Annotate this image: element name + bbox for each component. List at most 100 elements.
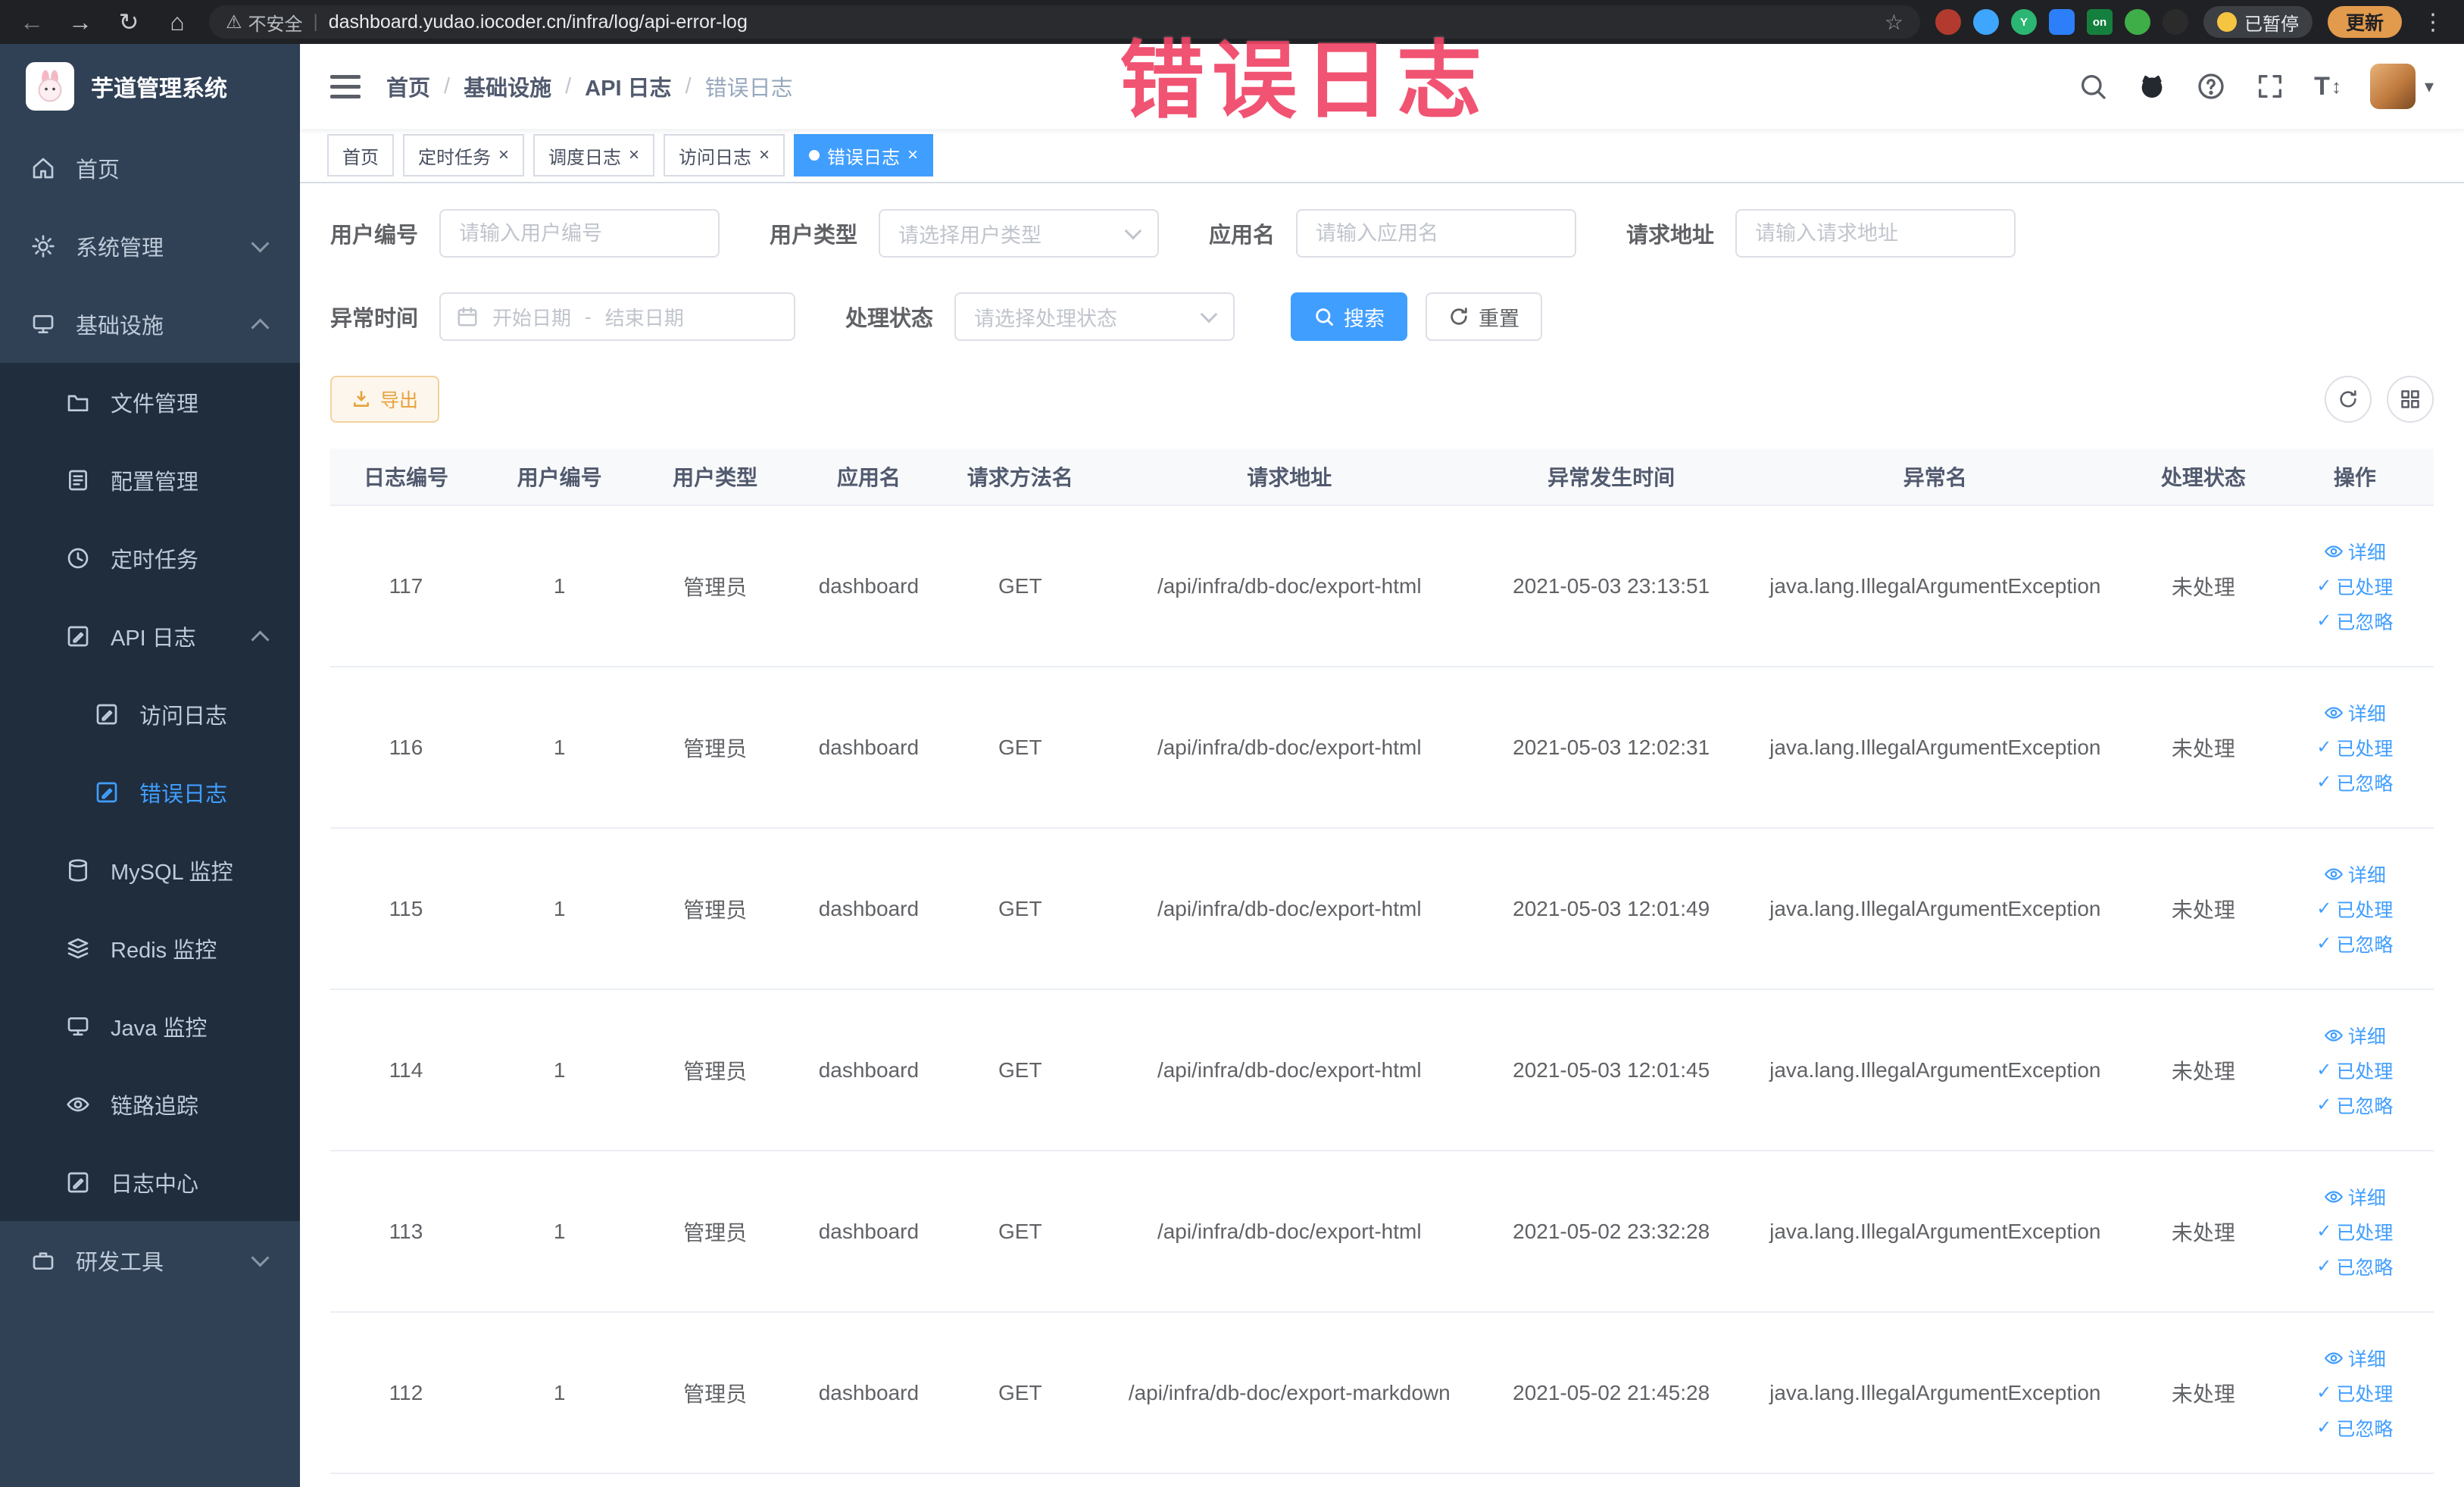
extension-icon-grid[interactable]	[2048, 9, 2075, 35]
detail-link[interactable]: 详细	[2324, 861, 2386, 888]
bookmark-star-icon[interactable]: ☆	[1885, 10, 1903, 35]
sidebar-item-error-log[interactable]: 错误日志	[0, 753, 300, 831]
cell-actions: 详细 ✓ 已处理 ✓ 已忽略	[2275, 1312, 2434, 1474]
sidebar-item-home[interactable]: 首页	[0, 129, 300, 207]
sidebar-item-redis-monitor[interactable]: Redis 监控	[0, 909, 300, 987]
detail-link[interactable]: 详细	[2324, 1183, 2386, 1211]
check-icon: ✓	[2316, 1221, 2332, 1242]
chevron-up-icon	[251, 630, 270, 649]
cell-log-id: 112	[330, 1312, 482, 1474]
sidebar-item-scheduled-jobs[interactable]: 定时任务	[0, 519, 300, 597]
tab-access-log[interactable]: 访问日志 ×	[664, 134, 785, 177]
breadcrumb-infrastructure[interactable]: 基础设施	[464, 70, 551, 102]
sidebar-item-mysql-monitor[interactable]: MySQL 监控	[0, 831, 300, 909]
mark-ignored-link[interactable]: ✓ 已忽略	[2316, 930, 2393, 957]
extension-icon-red[interactable]	[1935, 9, 1961, 35]
request-url-input[interactable]	[1735, 209, 2016, 258]
breadcrumb-api-log[interactable]: API 日志	[585, 70, 671, 102]
column-settings-button[interactable]	[2387, 376, 2434, 423]
check-icon: ✓	[2316, 1256, 2332, 1276]
mark-processed-link[interactable]: ✓ 已处理	[2316, 1057, 2393, 1084]
sidebar-item-system-mgmt[interactable]: 系统管理	[0, 207, 300, 285]
tab-schedule-log[interactable]: 调度日志 ×	[533, 134, 655, 177]
mark-ignored-link[interactable]: ✓ 已忽略	[2316, 1092, 2393, 1119]
tab-scheduled-jobs[interactable]: 定时任务 ×	[403, 134, 525, 177]
export-button[interactable]: 导出	[330, 376, 440, 423]
sidebar-item-label: Redis 监控	[111, 938, 217, 963]
mark-processed-link[interactable]: ✓ 已处理	[2316, 895, 2393, 923]
date-range-picker[interactable]: 开始日期 - 结束日期	[439, 292, 796, 341]
browser-update-button[interactable]: 更新	[2327, 6, 2402, 38]
sidebar-item-api-log[interactable]: API 日志	[0, 597, 300, 675]
mark-processed-link[interactable]: ✓ 已处理	[2316, 1379, 2393, 1407]
user-type-label: 用户类型	[770, 223, 858, 248]
user-type-select[interactable]: 请选择用户类型	[879, 209, 1160, 258]
end-date-placeholder: 结束日期	[604, 306, 684, 330]
search-button[interactable]: 搜索	[1291, 292, 1408, 341]
sidebar-item-dev-tools[interactable]: 研发工具	[0, 1221, 300, 1299]
sidebar-item-infrastructure[interactable]: 基础设施	[0, 285, 300, 363]
close-icon[interactable]: ×	[498, 146, 509, 164]
help-icon[interactable]	[2196, 71, 2226, 102]
logo-row[interactable]: 芋道管理系统	[0, 44, 300, 129]
fullscreen-icon[interactable]	[2255, 71, 2285, 102]
process-status-select[interactable]: 请选择处理状态	[954, 292, 1235, 341]
detail-link[interactable]: 详细	[2324, 1022, 2386, 1049]
breadcrumb-home[interactable]: 首页	[386, 70, 430, 102]
sidebar-menu: 首页 系统管理 基础设施 文件管理 配置管理 定时任务 API 日志 访问日志 …	[0, 129, 300, 1487]
mark-ignored-link[interactable]: ✓ 已忽略	[2316, 1414, 2393, 1442]
table-row: 115 1 管理员 dashboard GET /api/infra/db-do…	[330, 828, 2434, 990]
extension-icon-green-y[interactable]: Y	[2010, 9, 2037, 35]
cell-user-type: 管理员	[637, 505, 793, 667]
extension-icon-plant[interactable]	[2124, 9, 2150, 35]
sidebar-item-file-mgmt[interactable]: 文件管理	[0, 363, 300, 441]
sidebar-toggle-icon[interactable]	[330, 74, 361, 98]
sidebar-item-log-center[interactable]: 日志中心	[0, 1143, 300, 1221]
extension-icon-on[interactable]: on	[2086, 9, 2113, 35]
sidebar-item-tracing[interactable]: 链路追踪	[0, 1065, 300, 1143]
app-name-input[interactable]	[1296, 209, 1577, 258]
browser-home-icon[interactable]: ⌂	[161, 8, 194, 36]
cell-url: /api/infra/db-doc/export-html	[1095, 505, 1483, 667]
sidebar-item-config-mgmt[interactable]: 配置管理	[0, 441, 300, 519]
user-id-input[interactable]	[439, 209, 720, 258]
mark-processed-link[interactable]: ✓ 已处理	[2316, 1218, 2393, 1245]
detail-link[interactable]: 详细	[2324, 1345, 2386, 1372]
user-menu[interactable]: ▾	[2369, 64, 2434, 109]
mark-ignored-link[interactable]: ✓ 已忽略	[2316, 608, 2393, 635]
sidebar-item-access-log[interactable]: 访问日志	[0, 675, 300, 753]
mark-ignored-link[interactable]: ✓ 已忽略	[2316, 769, 2393, 796]
extension-icon-blue-drop[interactable]	[1972, 9, 1999, 35]
cell-app-name: dashboard	[792, 505, 945, 667]
reset-button[interactable]: 重置	[1426, 292, 1543, 341]
page-url[interactable]: dashboard.yudao.iocoder.cn/infra/log/api…	[329, 11, 748, 33]
browser-forward-icon[interactable]: →	[64, 8, 97, 36]
extension-icon-paw[interactable]	[2162, 9, 2188, 35]
close-icon[interactable]: ×	[629, 146, 639, 164]
sidebar-item-java-monitor[interactable]: Java 监控	[0, 987, 300, 1065]
mark-processed-link[interactable]: ✓ 已处理	[2316, 734, 2393, 761]
mark-processed-link[interactable]: ✓ 已处理	[2316, 573, 2393, 600]
github-icon[interactable]	[2137, 71, 2167, 102]
refresh-table-button[interactable]	[2325, 376, 2372, 423]
cell-log-id: 115	[330, 828, 482, 990]
mark-ignored-link[interactable]: ✓ 已忽略	[2316, 1253, 2393, 1280]
tab-home[interactable]: 首页	[327, 134, 394, 177]
paused-button[interactable]: 已暂停	[2203, 6, 2313, 38]
close-icon[interactable]: ×	[907, 146, 918, 164]
text-size-icon[interactable]: T ↕	[2314, 72, 2341, 102]
security-warning[interactable]: ⚠ 不安全	[226, 9, 303, 36]
chevron-down-icon	[1200, 305, 1218, 323]
tab-error-log[interactable]: 错误日志 ×	[794, 134, 934, 177]
filter-row-1: 用户编号 用户类型 请选择用户类型 应用名	[330, 209, 2434, 258]
search-icon[interactable]	[2078, 71, 2108, 102]
detail-link[interactable]: 详细	[2324, 699, 2386, 726]
address-bar[interactable]: ⚠ 不安全 | dashboard.yudao.iocoder.cn/infra…	[209, 5, 1920, 39]
close-icon[interactable]: ×	[759, 146, 770, 164]
detail-link[interactable]: 详细	[2324, 538, 2386, 565]
browser-back-icon[interactable]: ←	[15, 8, 48, 36]
browser-reload-icon[interactable]: ↻	[112, 8, 145, 36]
browser-menu-icon[interactable]: ⋮	[2417, 9, 2449, 36]
chevron-down-icon	[1124, 222, 1142, 240]
folder-icon	[65, 389, 91, 415]
